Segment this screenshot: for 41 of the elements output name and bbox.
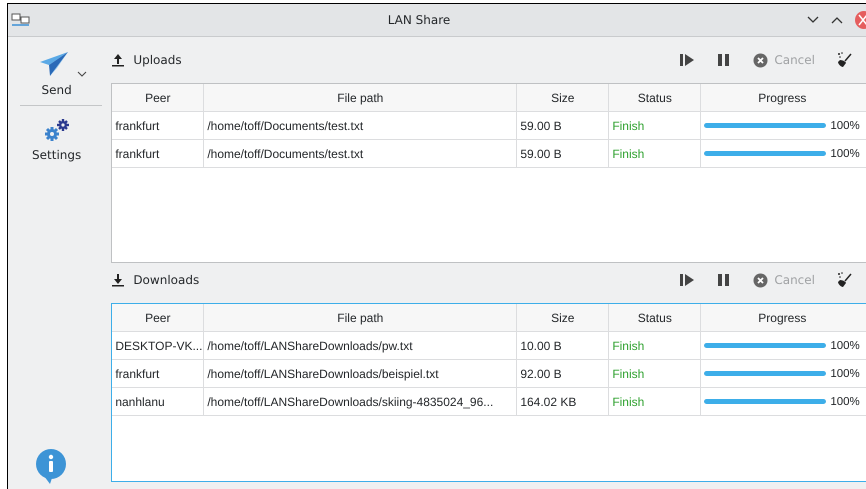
- window-title: LAN Share: [386, 13, 452, 27]
- downloads-label: Downloads: [111, 273, 200, 287]
- progress-percent: 100%: [830, 396, 860, 408]
- status-cell: Finish: [609, 112, 702, 139]
- column-header[interactable]: Size: [517, 304, 610, 331]
- settings-button[interactable]: Settings: [26, 118, 88, 162]
- column-header[interactable]: Peer: [112, 304, 204, 331]
- size-cell: 59.00 B: [517, 112, 610, 139]
- status-cell: Finish: [609, 388, 702, 415]
- status-cell: Finish: [609, 332, 702, 359]
- peer-cell: DESKTOP-VK...: [112, 332, 204, 359]
- file-path-cell: /home/toff/LANShareDownloads/skiing-4835024_96...: [204, 388, 518, 415]
- column-header[interactable]: Progress: [701, 304, 864, 331]
- size-cell: 10.00 B: [517, 332, 610, 359]
- file-path-cell: /home/toff/LANShareDownloads/beispiel.txt: [204, 360, 518, 387]
- column-header[interactable]: File path: [204, 84, 518, 111]
- column-header[interactable]: Status: [609, 84, 702, 111]
- peer-cell: frankfurt: [112, 360, 204, 387]
- column-header[interactable]: Progress: [701, 84, 864, 111]
- file-path-cell: /home/toff/LANShareDownloads/pw.txt: [204, 332, 518, 359]
- send-menu-button[interactable]: Send: [20, 51, 93, 97]
- size-cell: 92.00 B: [517, 360, 610, 387]
- progress-percent: 100%: [830, 148, 860, 160]
- column-header[interactable]: File path: [204, 304, 518, 331]
- progress-percent: 100%: [830, 340, 860, 352]
- peer-cell: nanhlanu: [112, 388, 204, 415]
- progress-percent: 100%: [830, 368, 860, 380]
- file-path-cell: /home/toff/Documents/test.txt: [204, 112, 518, 139]
- status-cell: Finish: [609, 140, 702, 167]
- column-header[interactable]: Size: [517, 84, 610, 111]
- uploads-label: Uploads: [111, 53, 182, 67]
- column-header[interactable]: Status: [609, 304, 702, 331]
- transfer-table[interactable]: Peer File path Size Status Progress frankfurt /home/toff/Documents/test.txt 59.00 B Finish 100% frankfurt /home/toff/Documents/test.txt 59.00 B Finish 100%: [111, 83, 866, 263]
- size-cell: 164.02 KB: [517, 388, 610, 415]
- column-header[interactable]: Peer: [112, 84, 204, 111]
- status-cell: Finish: [609, 360, 702, 387]
- size-cell: 59.00 B: [517, 140, 610, 167]
- peer-cell: frankfurt: [112, 112, 204, 139]
- peer-cell: frankfurt: [112, 140, 204, 167]
- progress-percent: 100%: [830, 120, 860, 132]
- file-path-cell: /home/toff/Documents/test.txt: [204, 140, 518, 167]
